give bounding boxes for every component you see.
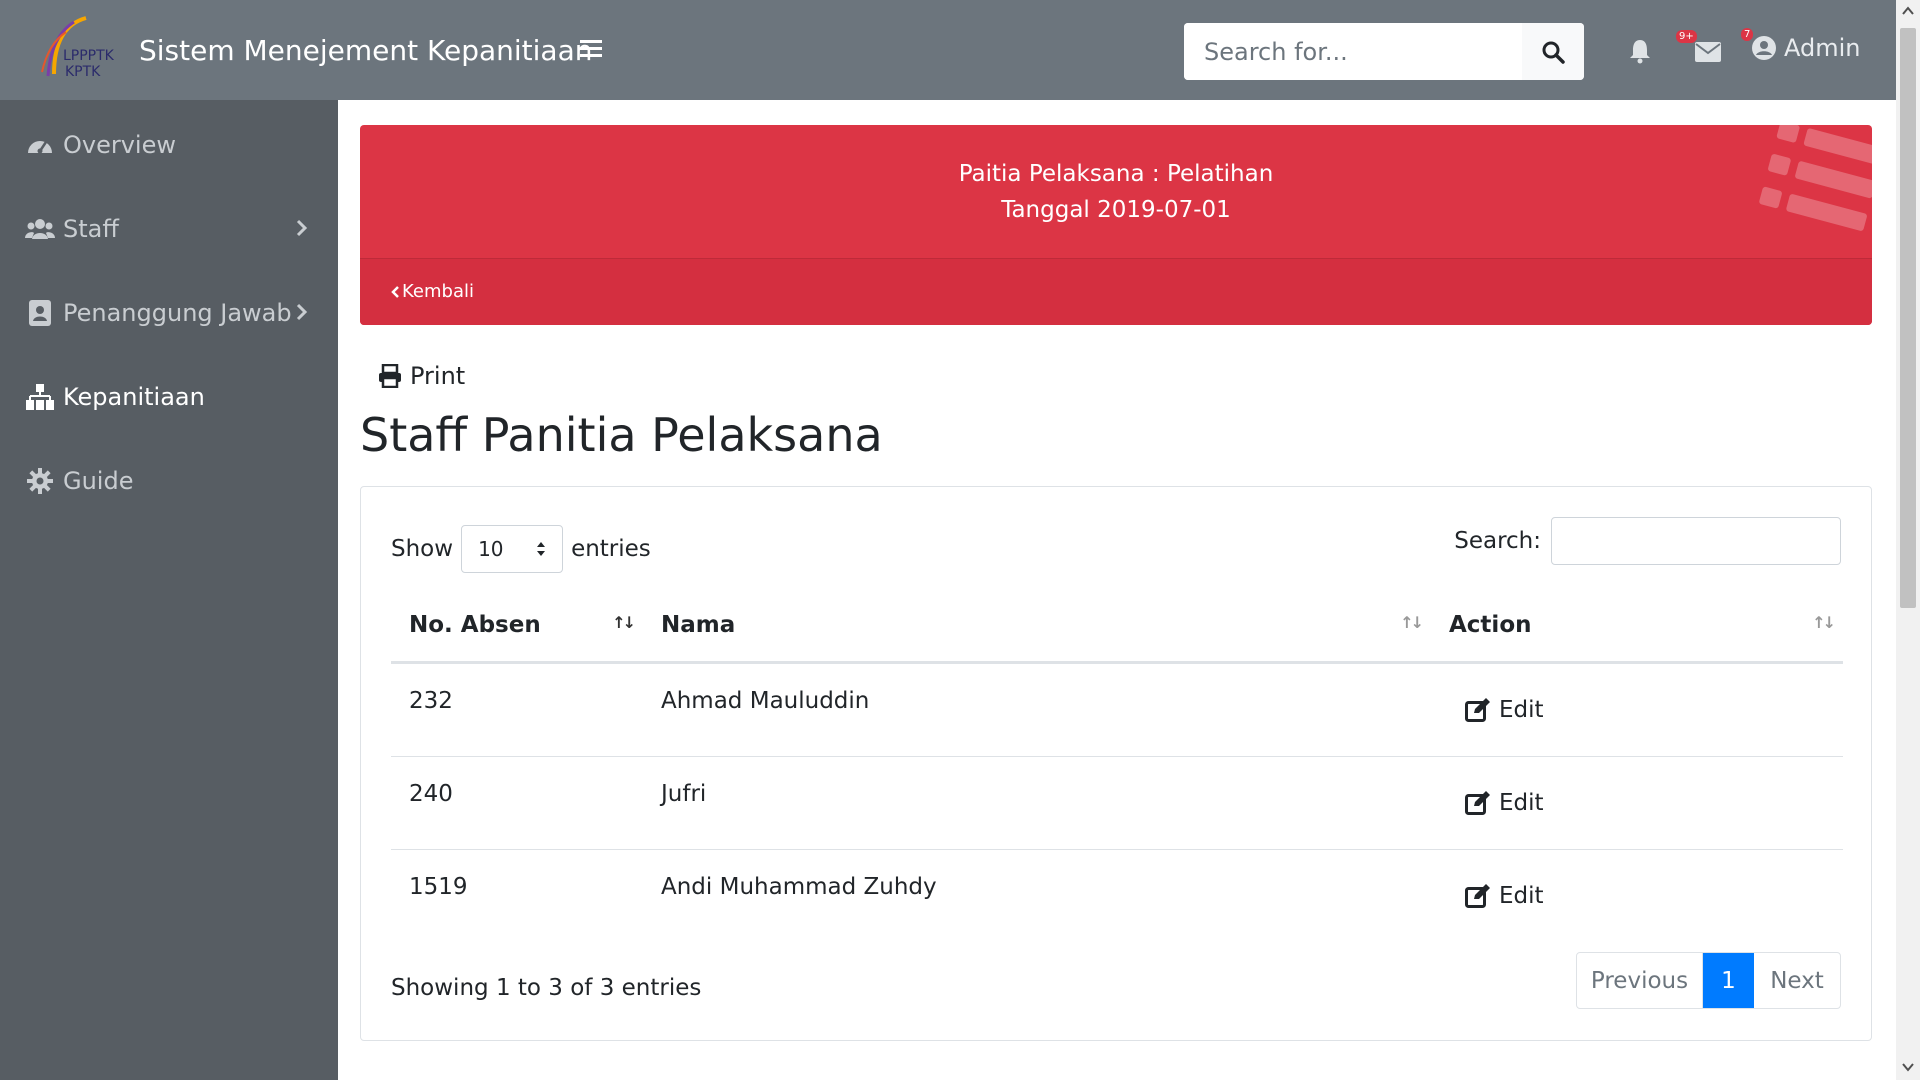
sidebar-item-label: Guide xyxy=(63,467,134,495)
table-row: 240 Jufri Edit xyxy=(391,757,1843,850)
pagination-page[interactable]: 1 xyxy=(1703,953,1754,1008)
sidebar: Overview Staff Penanggung Jawab Kepaniti… xyxy=(0,100,338,1080)
column-header-label: No. Absen xyxy=(409,612,541,638)
alerts-badge: 9+ xyxy=(1676,30,1697,43)
datatable-card: Show 10 entries Search: No. Absen ↑↓ Nam… xyxy=(360,486,1872,1041)
cell-nama: Andi Muhammad Zuhdy xyxy=(661,874,937,900)
user-name: Admin xyxy=(1784,34,1861,62)
edit-label: Edit xyxy=(1499,883,1544,909)
print-button[interactable]: Print xyxy=(378,362,465,390)
messages-button[interactable]: 7 xyxy=(1695,28,1754,66)
edit-button[interactable]: Edit xyxy=(1465,697,1544,723)
event-banner: Paitia Pelaksana : Pelatihan Tanggal 201… xyxy=(360,125,1872,325)
tachometer-icon xyxy=(25,130,55,160)
show-label: Show xyxy=(391,536,454,562)
table-search: Search: xyxy=(1454,517,1841,565)
pagination-previous[interactable]: Previous xyxy=(1577,953,1703,1008)
sidebar-item-penanggung-jawab[interactable]: Penanggung Jawab xyxy=(0,283,338,343)
app-logo[interactable]: LPPPTK KPTK xyxy=(24,14,116,86)
chevron-right-icon xyxy=(296,303,308,321)
cell-no-absen: 240 xyxy=(409,781,453,807)
list-watermark-icon xyxy=(1759,125,1872,231)
logo-text-line2: KPTK xyxy=(65,64,101,80)
cell-no-absen: 232 xyxy=(409,688,453,714)
sidebar-item-label: Staff xyxy=(63,215,119,243)
pagination-next[interactable]: Next xyxy=(1754,953,1840,1008)
page-title: Staff Panitia Pelaksana xyxy=(360,408,883,462)
scroll-up-icon[interactable] xyxy=(1902,6,1914,16)
banner-title: Paitia Pelaksana : Pelatihan xyxy=(958,161,1274,187)
topbar-search-input[interactable] xyxy=(1184,23,1522,80)
sort-icon: ↑↓ xyxy=(1812,613,1836,632)
column-header-no-absen[interactable]: No. Absen ↑↓ xyxy=(391,587,643,663)
envelope-icon xyxy=(1695,42,1721,62)
banner-footer: Kembali xyxy=(360,258,1872,325)
gear-icon xyxy=(25,466,55,496)
topbar-search xyxy=(1184,23,1584,80)
edit-icon xyxy=(1465,884,1490,908)
sidebar-item-guide[interactable]: Guide xyxy=(0,451,338,511)
search-button[interactable] xyxy=(1522,23,1584,80)
sort-icon: ↑↓ xyxy=(1400,613,1424,632)
table-search-label: Search: xyxy=(1454,528,1541,554)
sidebar-item-kepanitiaan[interactable]: Kepanitiaan xyxy=(0,367,338,427)
table-row: 1519 Andi Muhammad Zuhdy Edit xyxy=(391,850,1843,943)
table-info: Showing 1 to 3 of 3 entries xyxy=(391,975,702,1001)
page-length-select[interactable]: 10 xyxy=(461,525,564,573)
menu-toggle-icon[interactable] xyxy=(580,40,602,60)
edit-label: Edit xyxy=(1499,790,1544,816)
page-scrollbar[interactable] xyxy=(1896,0,1920,1080)
table-row: 232 Ahmad Mauluddin Edit xyxy=(391,664,1843,757)
sidebar-item-staff[interactable]: Staff xyxy=(0,199,338,259)
chevron-right-icon xyxy=(296,219,308,237)
cell-no-absen: 1519 xyxy=(409,874,468,900)
page-length-control: Show 10 entries xyxy=(391,525,651,573)
cell-nama: Jufri xyxy=(661,781,707,807)
logo-text-line1: LPPPTK xyxy=(63,48,114,64)
sidebar-item-label: Penanggung Jawab xyxy=(63,299,292,327)
column-header-action[interactable]: Action ↑↓ xyxy=(1431,587,1843,663)
id-badge-icon xyxy=(25,298,55,328)
sidebar-item-label: Kepanitiaan xyxy=(63,383,205,411)
sitemap-icon xyxy=(25,382,55,412)
back-link-label: Kembali xyxy=(402,281,474,302)
sort-icon: ↑↓ xyxy=(612,613,636,632)
sidebar-item-label: Overview xyxy=(63,131,176,159)
banner-date: Tanggal 2019-07-01 xyxy=(1001,197,1231,223)
table-search-input[interactable] xyxy=(1551,517,1841,565)
scrollbar-thumb[interactable] xyxy=(1900,28,1916,608)
app-title[interactable]: Sistem Menejement Kepanitiaan xyxy=(139,34,592,67)
select-arrows-icon xyxy=(537,542,546,556)
cell-nama: Ahmad Mauluddin xyxy=(661,688,870,714)
edit-label: Edit xyxy=(1499,697,1544,723)
column-header-nama[interactable]: Nama ↑↓ xyxy=(643,587,1431,663)
back-link[interactable]: Kembali xyxy=(390,281,474,302)
search-icon xyxy=(1542,41,1565,64)
print-label: Print xyxy=(410,362,466,390)
entries-label: entries xyxy=(571,536,651,562)
page-length-value: 10 xyxy=(478,537,504,561)
users-icon xyxy=(25,214,55,244)
top-navbar: LPPPTK KPTK Sistem Menejement Kepanitiaa… xyxy=(0,0,1896,100)
edit-button[interactable]: Edit xyxy=(1465,790,1544,816)
edit-icon xyxy=(1465,791,1490,815)
edit-icon xyxy=(1465,698,1490,722)
logo-text: LPPPTK KPTK xyxy=(63,48,114,80)
scroll-down-icon[interactable] xyxy=(1902,1062,1914,1072)
edit-button[interactable]: Edit xyxy=(1465,883,1544,909)
user-menu[interactable]: Admin xyxy=(1752,34,1861,62)
chevron-left-icon xyxy=(391,285,399,298)
sidebar-item-overview[interactable]: Overview xyxy=(0,115,338,175)
user-circle-icon xyxy=(1752,36,1776,60)
column-header-label: Nama xyxy=(661,612,736,638)
print-icon xyxy=(379,364,401,388)
alerts-button[interactable]: 9+ xyxy=(1628,30,1697,68)
pagination: Previous 1 Next xyxy=(1576,952,1841,1009)
bell-icon xyxy=(1630,40,1650,64)
column-header-label: Action xyxy=(1449,612,1532,638)
